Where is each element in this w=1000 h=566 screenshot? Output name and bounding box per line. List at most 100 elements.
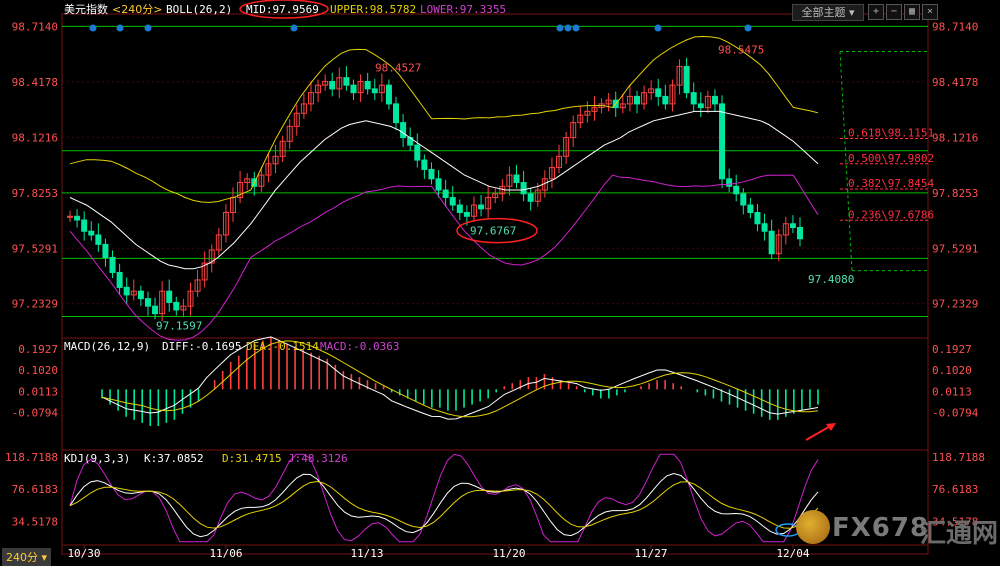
x-tick-label: 10/30 [67, 547, 100, 560]
candle-body [144, 298, 151, 307]
boll-name: BOLL(26,2) [166, 3, 232, 16]
kdj-tick-left: 118.7188 [5, 451, 58, 464]
fib-label: 0.236\97.6786 [848, 208, 934, 221]
candle-body [747, 204, 754, 214]
candle-body [81, 219, 88, 232]
candle-body [740, 193, 747, 206]
kdj-tick-left: 76.6183 [12, 483, 58, 496]
candle-body [633, 95, 640, 105]
candle-body [662, 95, 669, 105]
x-tick-label: 12/04 [776, 547, 809, 560]
watermark-brand: FX678 [832, 513, 930, 543]
price-tick-right: 98.4178 [932, 76, 978, 89]
period-label: 240分 [6, 551, 38, 564]
candle-body [393, 103, 400, 124]
candle-body [102, 243, 109, 258]
candle-body [421, 159, 428, 170]
signal-dot [290, 24, 298, 32]
macd-tick-left: 0.0113 [18, 385, 58, 398]
candle-body [137, 290, 144, 300]
x-tick-label: 11/27 [634, 547, 667, 560]
chart-canvas[interactable]: 98.7140 98.7140 98.4178 98.4178 98.1216 98.12… [0, 0, 1000, 566]
candle-body [329, 80, 336, 90]
kdj-d-value: D:31.4715 [222, 452, 282, 465]
boll-lower-value: LOWER:97.3355 [420, 3, 506, 16]
boll-upper-line [69, 35, 819, 203]
x-tick-label: 11/13 [350, 547, 383, 560]
candle-body [463, 212, 470, 217]
signal-dot [744, 24, 752, 32]
chart-stage[interactable]: 98.7140 98.7140 98.4178 98.4178 98.1216 98.12… [0, 0, 1000, 566]
watermark-cn: 汇通网 [920, 519, 999, 549]
candle-body [385, 84, 392, 105]
kdj-tick-right: 118.7188 [932, 451, 985, 464]
watermark-logo-icon [796, 510, 830, 544]
settings-button[interactable]: ▦ [904, 4, 920, 20]
boll-mid-value: MID:97.9569 [246, 3, 319, 16]
candle-body [789, 223, 796, 229]
candle-body [719, 103, 726, 180]
candle-body [166, 290, 173, 303]
zoom-out-button[interactable]: − [886, 4, 902, 20]
candle-body [364, 80, 371, 90]
theme-dropdown[interactable]: 全部主题 ▾ [792, 4, 864, 21]
candle-body [116, 271, 123, 288]
chart-period: <240分> [112, 3, 162, 16]
candle-body [109, 256, 116, 273]
candle-body [152, 305, 159, 315]
kdj-tick-right: 76.6183 [932, 483, 978, 496]
candle-body [74, 215, 81, 221]
macd-tick-right: 0.0113 [932, 385, 972, 398]
macd-name: MACD(26,12,9) [64, 340, 150, 353]
fib-label: 0.382\97.8454 [848, 177, 934, 190]
close-button[interactable]: × [922, 4, 938, 20]
candle-body [428, 168, 435, 180]
price-tick-left: 98.7140 [12, 20, 58, 33]
candle-body [690, 92, 697, 105]
candle-body [761, 223, 768, 232]
period-button[interactable]: 240分 ▾ [2, 548, 52, 566]
signal-dot [572, 24, 580, 32]
macd-diff-value: DIFF:-0.1695 [162, 340, 241, 353]
candle-body [123, 286, 130, 296]
candle-body [343, 77, 350, 86]
candle-body [435, 178, 442, 191]
zoom-in-button[interactable]: + [868, 4, 884, 20]
macd-tick-right: 0.1927 [932, 343, 972, 356]
candle-body [449, 197, 456, 206]
candle-body [88, 230, 95, 236]
plot-frame [61, 13, 929, 555]
candle-body [456, 204, 463, 214]
x-tick-label: 11/20 [492, 547, 525, 560]
candle-body [95, 234, 102, 245]
macd-tick-left: 0.1020 [18, 364, 58, 377]
chart-title: 美元指数 [64, 2, 108, 16]
candle-body [400, 122, 407, 139]
candle-body [442, 189, 449, 199]
candle-body [478, 204, 485, 210]
boll-lower-line [69, 174, 819, 341]
candle-body [173, 301, 180, 311]
macd-macd-value: MACD:-0.0363 [320, 340, 399, 353]
price-tick-left: 98.4178 [12, 76, 58, 89]
candle-body [754, 212, 761, 225]
signal-dot [564, 24, 572, 32]
candle-body [414, 144, 421, 161]
candle-body [67, 215, 73, 218]
signal-dot [654, 24, 662, 32]
kdj-k-value: K:37.0852 [144, 452, 204, 465]
candle-body [733, 185, 740, 195]
price-tick-left: 97.5291 [12, 242, 58, 255]
signal-dot [556, 24, 564, 32]
candle-body [527, 193, 534, 202]
price-tick-right: 98.1216 [932, 131, 978, 144]
x-tick-label: 11/06 [209, 547, 242, 560]
candle-body [655, 88, 662, 97]
macd-tick-right: -0.0794 [932, 407, 979, 420]
price-label: 97.4080 [808, 273, 854, 286]
price-tick-left: 97.8253 [12, 187, 58, 200]
price-label: 98.5475 [718, 44, 764, 57]
candle-body [768, 230, 775, 255]
macd-dea-value: DEA:-0.1514 [246, 340, 319, 353]
fib-label: 0.618\98.1151 [848, 127, 934, 140]
